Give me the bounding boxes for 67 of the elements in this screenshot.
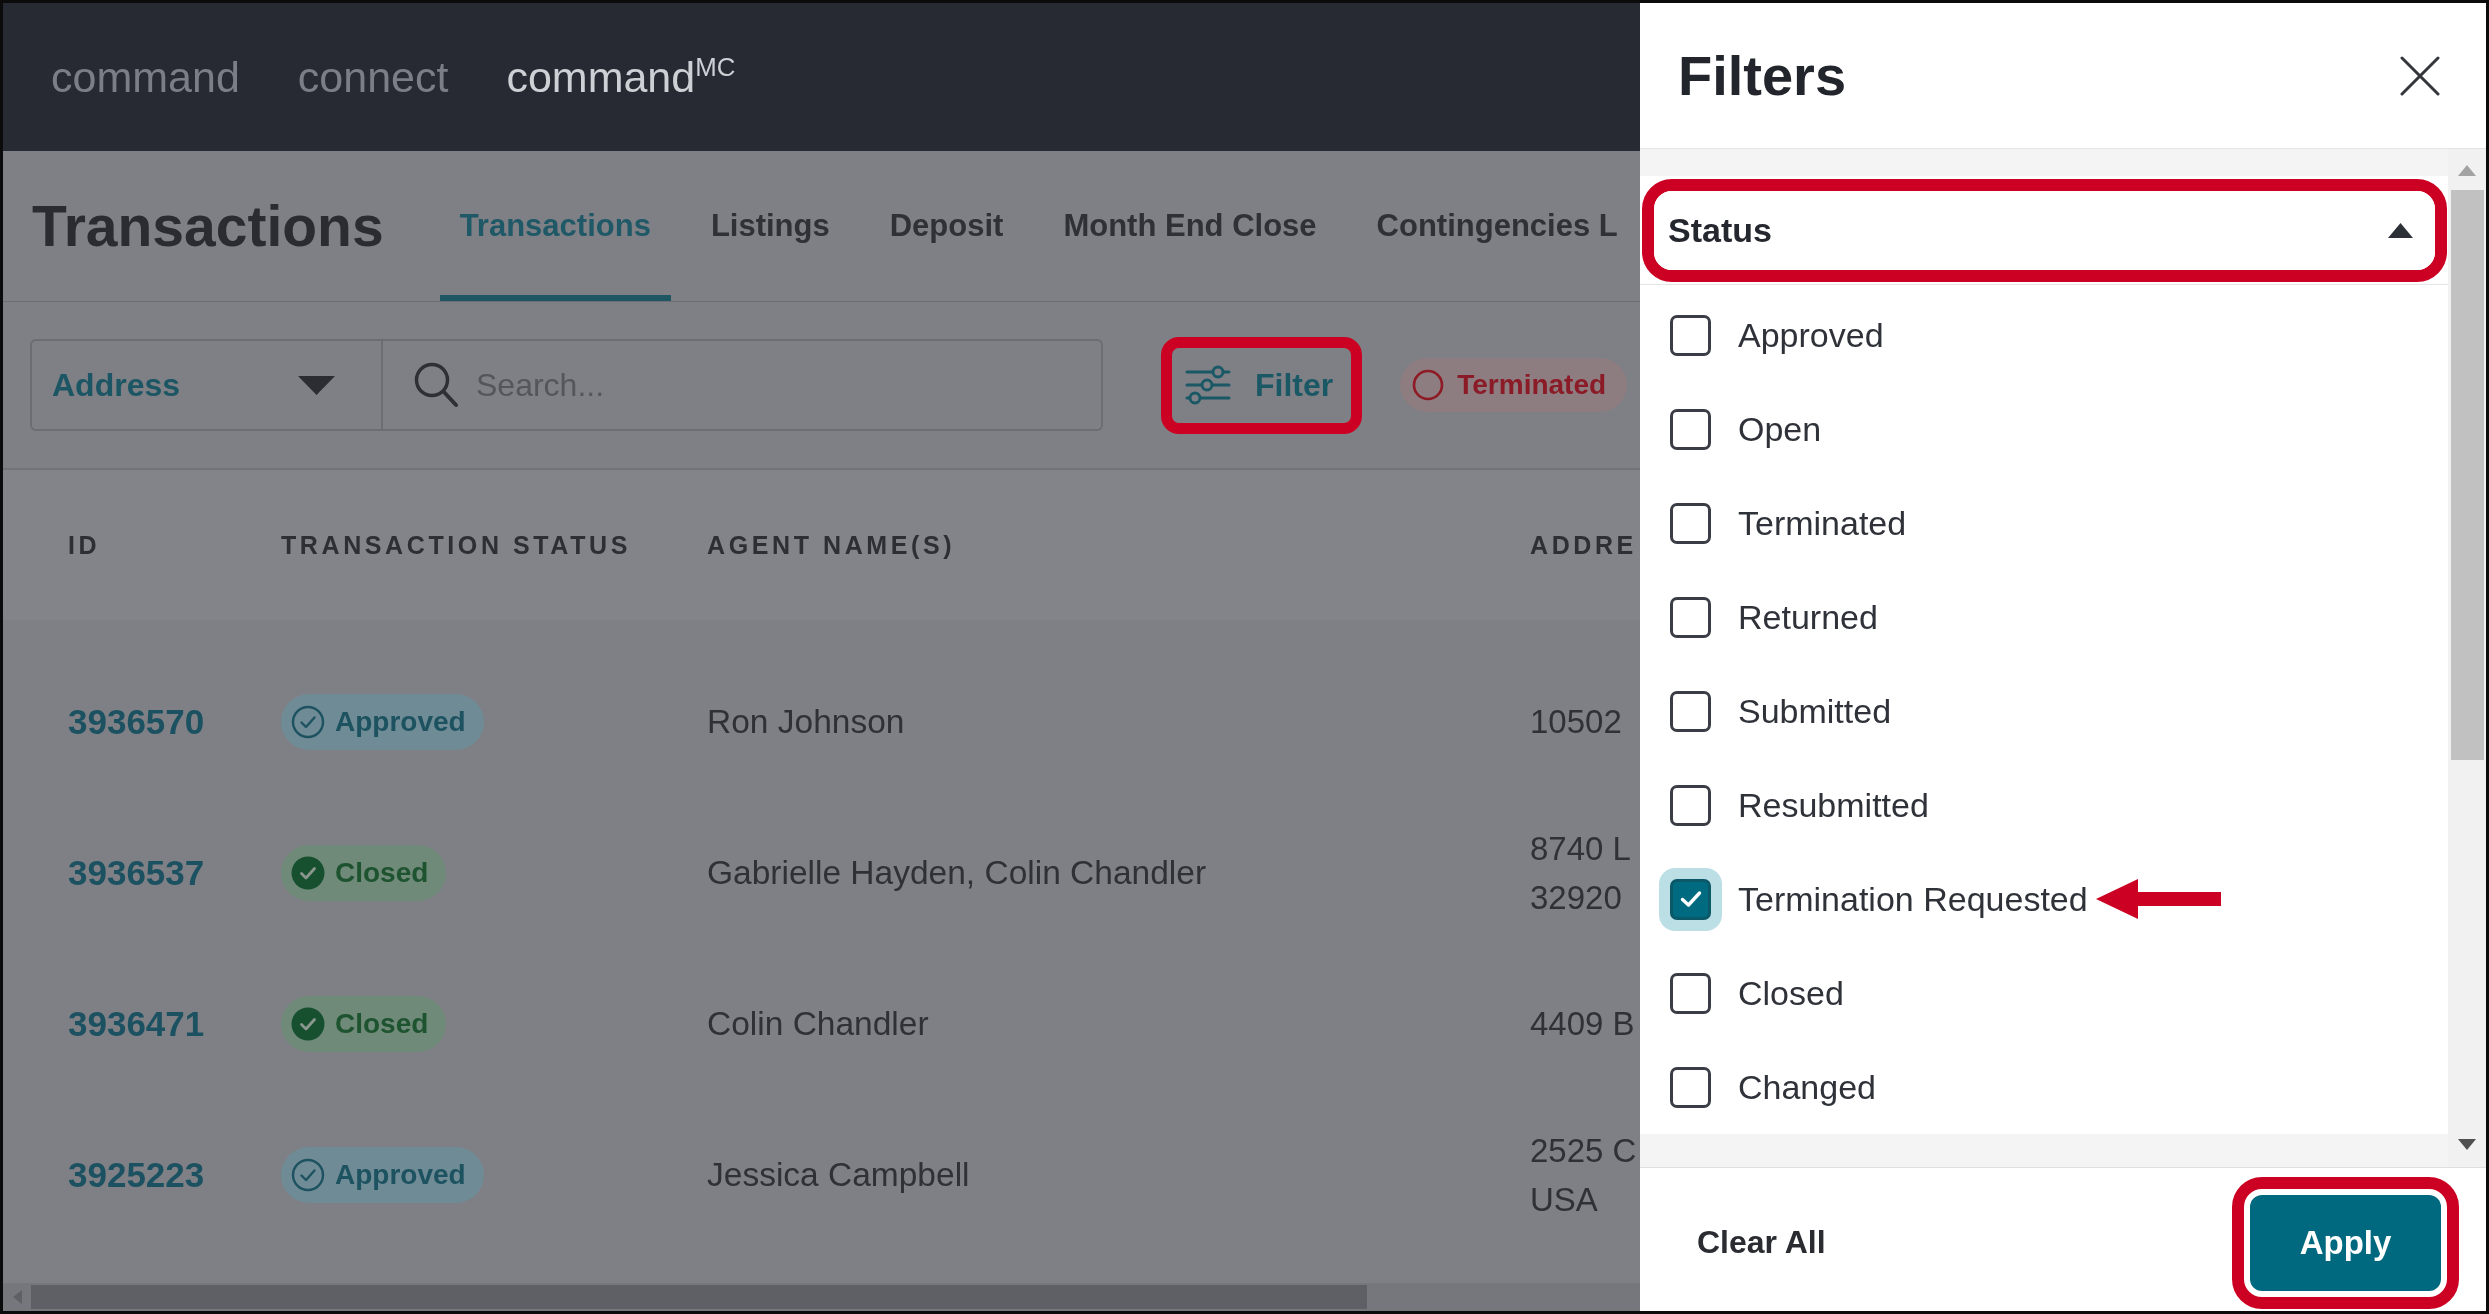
- transaction-id-link[interactable]: 3925223: [68, 1154, 205, 1195]
- scrollbar-thumb[interactable]: [2450, 190, 2484, 760]
- transaction-id-link[interactable]: 3936471: [68, 1003, 205, 1044]
- agent-names: Gabrielle Hayden, Colin Chandler: [707, 853, 1207, 892]
- sliders-icon: [1185, 365, 1231, 405]
- address-text: 2525 C USA: [1530, 1130, 1637, 1220]
- caret-down-icon: [298, 375, 335, 395]
- tab[interactable]: Month End Close: [1043, 151, 1337, 301]
- checkbox-label: Terminated: [1738, 503, 1907, 543]
- check-icon: [1679, 890, 1702, 908]
- checkbox[interactable]: [1670, 314, 1711, 356]
- section-header[interactable]: Status: [1654, 191, 2435, 270]
- checkbox-label: Submitted: [1738, 691, 1892, 731]
- transaction-id-link[interactable]: 3936537: [68, 852, 205, 893]
- agent-names: Colin Chandler: [707, 1004, 929, 1043]
- tab[interactable]: Transactions: [439, 151, 671, 301]
- column-header: AGENT NAME(S): [707, 530, 957, 560]
- circle-icon: [1412, 369, 1445, 401]
- check-circle-icon: [291, 855, 325, 890]
- column-header: ID: [67, 530, 102, 560]
- checkbox-label: Approved: [1738, 315, 1884, 355]
- checkbox[interactable]: [1670, 408, 1711, 450]
- address-text: 10502: [1530, 702, 1622, 742]
- tab[interactable]: Listings: [690, 151, 850, 301]
- agent-names: Ron Johnson: [707, 702, 905, 741]
- panel-title: Filters: [1678, 43, 1847, 108]
- status-text: Closed: [335, 1007, 429, 1040]
- checkbox[interactable]: [1670, 502, 1711, 544]
- checkbox-label: Changed: [1738, 1067, 1876, 1107]
- checkbox[interactable]: [1670, 596, 1711, 638]
- filter-button[interactable]: Filter: [1172, 347, 1352, 423]
- column-header: ADDRE: [1530, 530, 1638, 560]
- checkbox-label: Open: [1738, 409, 1822, 449]
- tab[interactable]: Contingencies L: [1356, 151, 1638, 301]
- page-title: Transactions: [32, 193, 384, 259]
- address-text: 8740 L 32920: [1530, 828, 1631, 918]
- close-icon[interactable]: [2400, 55, 2440, 96]
- checkbox-label: Closed: [1738, 973, 1844, 1013]
- checkbox-label: Returned: [1738, 597, 1878, 637]
- checkbox[interactable]: [1670, 1066, 1711, 1108]
- agent-names: Jessica Campbell: [707, 1155, 970, 1194]
- check-circle-icon: [291, 704, 325, 739]
- checkbox-label: Termination Requested: [1738, 879, 2088, 919]
- search-icon: [414, 362, 458, 408]
- status-text: Approved: [335, 1158, 466, 1191]
- tab[interactable]: Deposit: [869, 151, 1024, 301]
- scroll-down-icon[interactable]: [2458, 1139, 2476, 1150]
- filter-chip[interactable]: Terminated: [1400, 358, 1628, 412]
- apply-button[interactable]: Apply: [2250, 1194, 2441, 1291]
- address-text: 4409 B: [1530, 1004, 1635, 1044]
- checkbox[interactable]: [1659, 867, 1722, 931]
- checkbox-label: Resubmitted: [1738, 785, 1929, 825]
- search-scope-dropdown[interactable]: Address: [30, 339, 383, 431]
- checkbox[interactable]: [1670, 972, 1711, 1014]
- column-header: TRANSACTION STATUS: [281, 530, 632, 560]
- check-circle-icon: [291, 1006, 325, 1041]
- check-circle-icon: [291, 1157, 325, 1192]
- checkbox[interactable]: [1670, 784, 1711, 826]
- nav-link[interactable]: command$^{MC}$: [506, 55, 736, 99]
- checkbox[interactable]: [1670, 690, 1711, 732]
- clear-all-button[interactable]: Clear All: [1697, 1224, 1826, 1261]
- nav-link[interactable]: command: [51, 55, 240, 99]
- transaction-id-link[interactable]: 3936570: [68, 701, 205, 742]
- status-text: Closed: [335, 856, 429, 889]
- nav-link[interactable]: connect: [297, 55, 449, 99]
- status-text: Approved: [335, 705, 466, 738]
- caret-up-icon: [2388, 223, 2413, 238]
